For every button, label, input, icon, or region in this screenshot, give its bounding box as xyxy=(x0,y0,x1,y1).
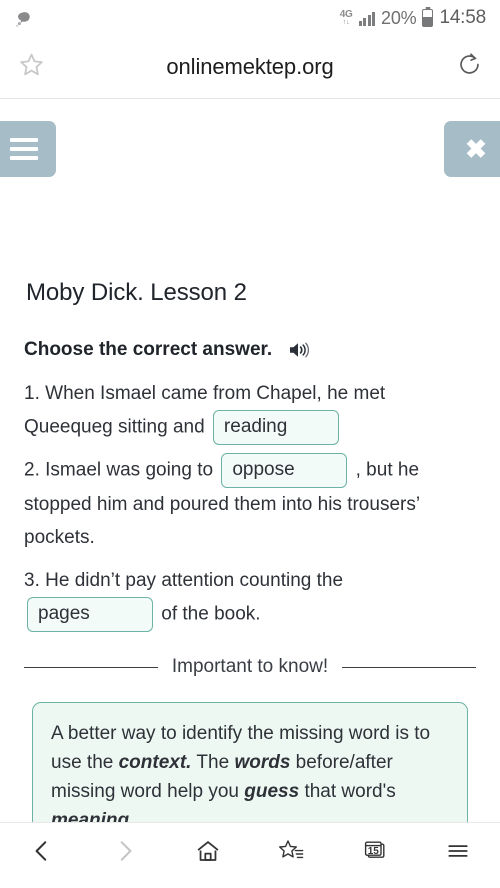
question-1: 1. When Ismael came from Chapel, he met … xyxy=(24,377,476,445)
status-bar: 4G ↑↓ 20% 14:58 xyxy=(0,0,500,36)
nav-menu-button[interactable] xyxy=(417,823,500,884)
battery-icon xyxy=(422,9,434,27)
question-1-number: 1. xyxy=(24,383,40,404)
question-2: 2. Ismael was going to oppose , but he s… xyxy=(24,453,476,554)
nav-forward-button[interactable] xyxy=(83,823,166,884)
question-3: 3. He didn’t pay attention counting the … xyxy=(24,564,476,632)
close-x-icon: ✖ xyxy=(465,134,487,164)
question-3-answer-blank[interactable]: pages xyxy=(27,597,153,632)
speaker-audio-icon[interactable] xyxy=(288,340,310,360)
chevron-right-icon xyxy=(112,838,138,869)
page-content: ✖ Moby Dick. Lesson 2 Choose the correct… xyxy=(0,99,500,884)
browser-bottom-nav: 15 xyxy=(0,822,500,884)
hamburger-menu-icon xyxy=(10,138,38,160)
network-type-icon: 4G ↑↓ xyxy=(340,10,353,27)
phone-screen: 4G ↑↓ 20% 14:58 onlinemektep.org ✖ Moby … xyxy=(0,0,500,888)
divider-rule-left xyxy=(24,666,158,668)
network-arrows: ↑↓ xyxy=(342,19,350,26)
url-label[interactable]: onlinemektep.org xyxy=(62,54,438,80)
lesson-body: Choose the correct answer. 1. When Ismae… xyxy=(0,339,500,884)
info-text-part-2: The xyxy=(191,752,235,773)
reload-button[interactable] xyxy=(438,51,500,83)
divider-rule-right xyxy=(342,666,477,668)
tabs-count-label: 15 xyxy=(367,845,379,857)
close-lesson-button[interactable]: ✖ xyxy=(444,121,500,177)
home-icon xyxy=(194,837,222,870)
info-text-part-4: that word's xyxy=(299,781,396,802)
page-title: Moby Dick. Lesson 2 xyxy=(26,279,247,306)
bookmark-star-button[interactable] xyxy=(0,51,62,83)
question-1-answer-blank[interactable]: reading xyxy=(212,410,339,445)
tabs-stack-icon: 15 xyxy=(360,837,390,870)
lesson-menu-button[interactable] xyxy=(0,121,56,177)
info-bold-words: words xyxy=(234,752,291,773)
status-bar-right: 4G ↑↓ 20% 14:58 xyxy=(340,7,486,29)
notification-blob-icon xyxy=(14,10,33,27)
chevron-left-icon xyxy=(29,838,55,869)
browser-toolbar: onlinemektep.org xyxy=(0,36,500,99)
star-outline-icon xyxy=(18,51,45,83)
signal-bars-icon xyxy=(358,11,376,26)
hamburger-menu-icon xyxy=(444,838,472,869)
nav-home-button[interactable] xyxy=(167,823,250,884)
question-3-text-before: He didn’t pay attention counting the xyxy=(45,570,344,591)
task-prompt-row: Choose the correct answer. xyxy=(24,339,476,361)
nav-back-button[interactable] xyxy=(0,823,83,884)
question-2-number: 2. xyxy=(24,459,40,481)
info-bold-guess: guess xyxy=(244,781,300,802)
important-to-know-label: Important to know! xyxy=(171,656,329,677)
question-2-answer-blank[interactable]: oppose xyxy=(221,453,348,488)
question-3-number: 3. xyxy=(24,570,40,591)
question-3-text-after: of the book. xyxy=(161,603,261,625)
status-bar-left xyxy=(14,10,33,27)
question-2-text-before: Ismael was going to xyxy=(45,459,214,481)
nav-bookmarks-button[interactable] xyxy=(250,823,333,884)
info-bold-context: context. xyxy=(118,752,192,773)
star-list-icon xyxy=(277,837,307,870)
clock-label: 14:58 xyxy=(439,7,486,28)
reload-icon xyxy=(456,51,483,83)
battery-percent-label: 20% xyxy=(381,7,417,28)
task-prompt-label: Choose the correct answer. xyxy=(24,339,273,360)
important-to-know-divider: Important to know! xyxy=(24,654,477,680)
nav-tabs-button[interactable]: 15 xyxy=(333,823,416,884)
